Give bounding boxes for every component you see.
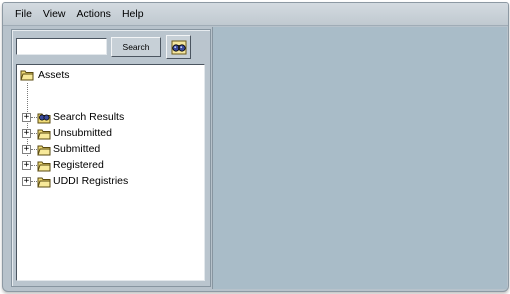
menu-actions[interactable]: Actions: [77, 8, 111, 20]
tree-node-label: Submitted: [53, 143, 101, 155]
tree-node-label: UDDI Registries: [53, 175, 129, 187]
expand-icon[interactable]: +: [22, 160, 31, 170]
menu-help[interactable]: Help: [122, 8, 144, 20]
tree-node-search-results[interactable]: + Search Results: [22, 110, 124, 124]
application-window: File View Actions Help Search Assets + S…: [2, 2, 509, 292]
tree-node-submitted[interactable]: + Submitted: [22, 142, 100, 156]
search-input[interactable]: [16, 38, 107, 55]
tree-node-unsubmitted[interactable]: + Unsubmitted: [22, 126, 112, 140]
menu-view[interactable]: View: [43, 8, 66, 20]
detail-pane: [212, 27, 507, 289]
expand-icon[interactable]: +: [22, 176, 31, 186]
tree-node-label: Search Results: [53, 111, 125, 123]
folder-icon: [37, 145, 51, 155]
expand-icon[interactable]: +: [22, 128, 31, 138]
expand-icon[interactable]: +: [22, 112, 31, 122]
tree-node-label: Assets: [38, 68, 70, 81]
tree-node-uddi-registries[interactable]: + UDDI Registries: [22, 174, 128, 188]
tree-node-assets[interactable]: Assets: [20, 68, 70, 81]
folder-icon: [37, 177, 51, 187]
search-button[interactable]: Search: [111, 37, 161, 57]
folder-icon: [37, 129, 51, 139]
search-results-icon: [37, 113, 51, 123]
binoculars-icon: [171, 40, 186, 54]
navigator-pane: Search Assets + Search Results + Unsubmi…: [11, 29, 211, 287]
tree-node-label: Registered: [53, 159, 104, 171]
menu-bar: File View Actions Help: [3, 3, 508, 26]
asset-tree: Assets + Search Results + Unsubmitted + …: [16, 64, 205, 281]
folder-open-icon: [20, 70, 34, 81]
tree-node-registered[interactable]: + Registered: [22, 158, 104, 172]
advanced-search-button[interactable]: [166, 35, 191, 59]
expand-icon[interactable]: +: [22, 144, 31, 154]
tree-node-label: Unsubmitted: [53, 127, 112, 139]
menu-file[interactable]: File: [15, 8, 32, 20]
folder-icon: [37, 161, 51, 171]
